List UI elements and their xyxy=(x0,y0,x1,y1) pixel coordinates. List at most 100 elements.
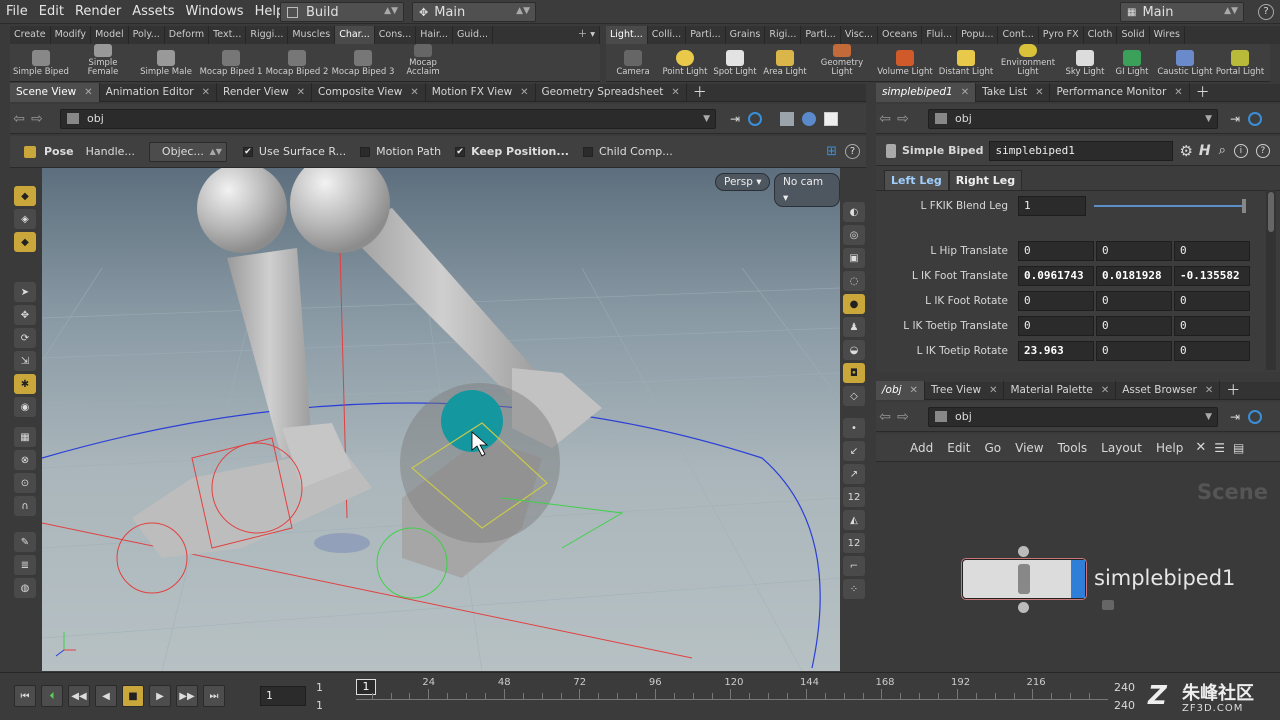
close-icon[interactable]: ✕ xyxy=(202,87,210,98)
snap-point-icon[interactable]: ⊙ xyxy=(14,473,36,493)
param-value-x[interactable]: 0 xyxy=(1018,315,1094,336)
render-display-icon[interactable] xyxy=(802,111,817,126)
net-menu-layout[interactable]: Layout xyxy=(1101,441,1142,455)
jump-end-icon[interactable]: ⏭ xyxy=(203,685,225,707)
tab-take-list[interactable]: Take List ✕ xyxy=(976,83,1051,102)
tool-volume-light[interactable]: Volume Light xyxy=(874,44,936,81)
param-value-z[interactable]: 0 xyxy=(1174,290,1250,311)
shelf-tab-lights[interactable]: Light... xyxy=(606,26,648,44)
link-icon[interactable] xyxy=(748,111,763,126)
tab-scene-view[interactable]: Scene View ✕ xyxy=(10,83,100,102)
tool-caustic-light[interactable]: Caustic Light xyxy=(1154,44,1216,81)
select-pose-icon[interactable]: ◆ xyxy=(14,186,36,206)
tab-geometry-spreadsheet[interactable]: Geometry Spreadsheet ✕ xyxy=(536,83,687,102)
transform-icon[interactable]: ◈ xyxy=(14,209,36,229)
shelf-tab-guides[interactable]: Guid... xyxy=(453,26,494,44)
render-region-icon[interactable]: ◍ xyxy=(14,578,36,598)
gear-icon[interactable]: ⚙ xyxy=(1179,142,1192,160)
close-icon[interactable]: ✕ xyxy=(961,87,969,98)
close-icon[interactable]: ✕ xyxy=(1174,87,1182,98)
back-arrow-icon[interactable]: ⇦ xyxy=(876,111,894,127)
tab-material-palette[interactable]: Material Palette ✕ xyxy=(1004,381,1117,400)
tool-gi-light[interactable]: GI Light xyxy=(1110,44,1154,81)
vertex-display-icon[interactable]: ⁘ xyxy=(843,579,865,599)
node-simplebiped1[interactable] xyxy=(962,559,1086,599)
lock-icon[interactable]: ▣ xyxy=(843,248,865,268)
net-menu-help[interactable]: Help xyxy=(1156,441,1183,455)
select-arrow-icon[interactable]: ➤ xyxy=(14,282,36,302)
options-icon[interactable]: ⊞ xyxy=(826,144,837,159)
close-icon[interactable]: ✕ xyxy=(1035,87,1043,98)
point-display-icon[interactable]: • xyxy=(843,418,865,438)
param-value-field[interactable]: 1 xyxy=(1018,195,1086,216)
use-surface-checkbox[interactable]: ✔ Use Surface R... xyxy=(242,145,346,158)
tab-render-view[interactable]: Render View ✕ xyxy=(217,83,313,102)
magnet-icon[interactable]: ∩ xyxy=(14,496,36,516)
prim-display-icon[interactable]: ◭ xyxy=(843,510,865,530)
menu-file[interactable]: File xyxy=(0,0,33,24)
vector-display-icon[interactable]: ↗ xyxy=(843,464,865,484)
network-editor[interactable]: Scene simplebiped1 xyxy=(876,462,1280,671)
param-value-x[interactable]: 23.963 xyxy=(1018,340,1094,361)
shelf-tab-modify[interactable]: Modify xyxy=(51,26,92,44)
help-icon[interactable]: ? xyxy=(1258,4,1274,20)
info-icon[interactable]: i xyxy=(1233,143,1248,158)
shelf-tab-constraints[interactable]: Cons... xyxy=(375,26,417,44)
object-mode-dropdown[interactable]: Objec... ▲▼ xyxy=(148,141,227,162)
tool-sky-light[interactable]: Sky Light xyxy=(1060,44,1110,81)
camera-menu[interactable]: No cam ▾ xyxy=(774,173,840,207)
param-value-x[interactable]: 0 xyxy=(1018,240,1094,261)
add-tab-button[interactable]: ＋ xyxy=(1190,84,1216,102)
link-icon[interactable] xyxy=(1248,111,1263,126)
param-value-y[interactable]: 0 xyxy=(1096,315,1172,336)
brush-icon[interactable]: ✎ xyxy=(14,532,36,552)
tool-mocap-biped-3[interactable]: Mocap Biped 3 xyxy=(330,44,396,81)
tool-geometry-light[interactable]: Geometry Light xyxy=(810,44,874,81)
tool-camera[interactable]: Camera xyxy=(606,44,660,81)
tool-portal-light[interactable]: Portal Light xyxy=(1216,44,1264,81)
persp-menu[interactable]: Persp ▾ xyxy=(715,173,771,191)
net-menu-tools[interactable]: Tools xyxy=(1058,441,1088,455)
pin-icon[interactable]: ⇥ xyxy=(1230,410,1240,424)
normal-display-icon[interactable]: ↙ xyxy=(843,441,865,461)
pose-tool-icon[interactable]: ✱ xyxy=(14,374,36,394)
param-value-z[interactable]: 0 xyxy=(1174,340,1250,361)
shelf-tab-populate[interactable]: Popu... xyxy=(957,26,999,44)
shelf-tab-text[interactable]: Text... xyxy=(209,26,247,44)
shelf-tab-muscles[interactable]: Muscles xyxy=(288,26,336,44)
tab-animation-editor[interactable]: Animation Editor ✕ xyxy=(100,83,218,102)
param-value-y[interactable]: 0.0181928 xyxy=(1096,265,1172,286)
close-icon[interactable]: ✕ xyxy=(84,87,92,98)
close-icon[interactable]: ✕ xyxy=(989,385,997,396)
param-value-z[interactable]: 0 xyxy=(1174,240,1250,261)
param-value-y[interactable]: 0 xyxy=(1096,240,1172,261)
tool-spot-light[interactable]: Spot Light xyxy=(710,44,760,81)
view-tool-icon[interactable]: ◉ xyxy=(14,397,36,417)
back-arrow-icon[interactable]: ⇦ xyxy=(876,409,894,425)
display-flag[interactable] xyxy=(1071,560,1085,598)
step-forward-icon[interactable]: ▶▶ xyxy=(176,685,198,707)
list-icon[interactable]: ▤ xyxy=(1233,441,1244,455)
rotate-tool-icon[interactable]: ⟳ xyxy=(14,328,36,348)
blend-slider[interactable] xyxy=(1094,198,1246,213)
step-key-back-icon[interactable]: ⏴ xyxy=(41,685,63,707)
step-back-icon[interactable]: ◀◀ xyxy=(68,685,90,707)
snapshot-icon[interactable] xyxy=(824,111,839,126)
help-icon[interactable]: ? xyxy=(845,144,860,159)
pin-icon[interactable]: ⇥ xyxy=(1230,112,1240,126)
time-cursor[interactable]: 1 xyxy=(356,679,376,695)
shelf-tab-hair[interactable]: Hair... xyxy=(416,26,453,44)
timeline-ruler[interactable]: 1 24 48 72 96 120 144 168 192 216 xyxy=(356,677,1108,715)
param-value-x[interactable]: 0.0961743 xyxy=(1018,265,1094,286)
close-icon[interactable]: ✕ xyxy=(410,87,418,98)
tool-mocap-acclaim[interactable]: Mocap Acclaim xyxy=(396,44,450,81)
shelf-tab-particles2[interactable]: Parti... xyxy=(801,26,841,44)
xray-icon[interactable]: ◌ xyxy=(843,271,865,291)
param-value-z[interactable]: 0 xyxy=(1174,315,1250,336)
snap-grid-icon[interactable]: ▦ xyxy=(14,427,36,447)
add-tab-button[interactable]: ＋ xyxy=(687,84,713,102)
handle-dropdown[interactable]: Handle... xyxy=(86,145,135,158)
keep-position-checkbox[interactable]: ✔ Keep Position... xyxy=(455,145,569,158)
tab-composite-view[interactable]: Composite View ✕ xyxy=(312,83,426,102)
net-menu-view[interactable]: View xyxy=(1015,441,1043,455)
